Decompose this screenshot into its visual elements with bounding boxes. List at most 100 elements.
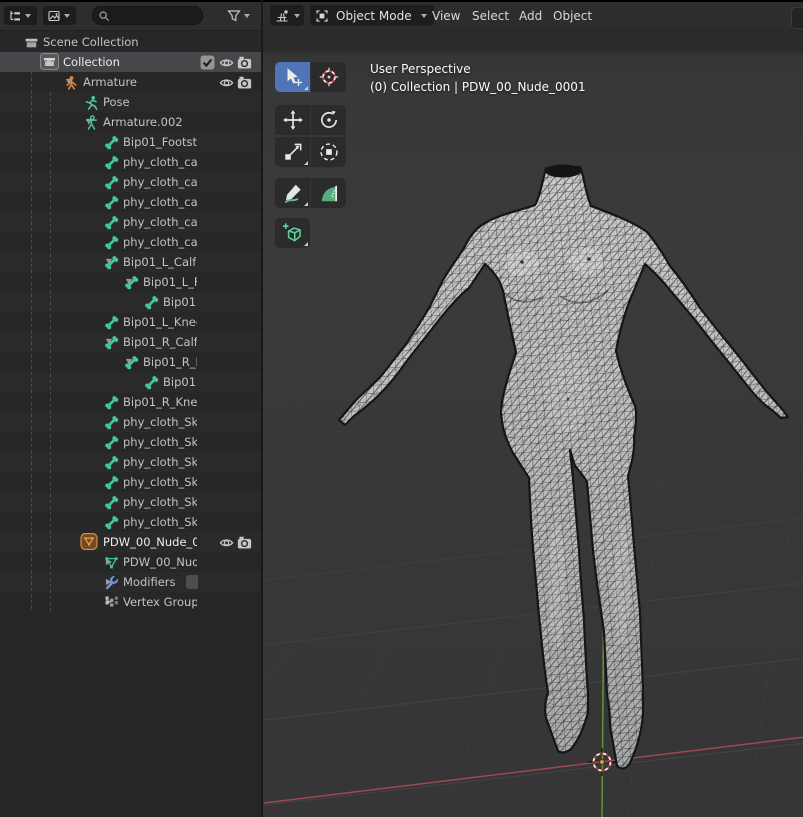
add-cube-tool[interactable] [275,218,310,248]
scale-tool[interactable] [275,137,310,167]
outliner-row-phy-cloth-ski[interactable]: phy_cloth_Ski [0,512,261,532]
outliner-row-modifiers[interactable]: ▶Modifiers [0,572,261,592]
outliner-row-phy-cloth-ski[interactable]: phy_cloth_Ski [0,412,261,432]
camera-toggle-icon[interactable] [237,75,252,90]
bone-icon [104,315,119,330]
outliner-row-scene-collection[interactable]: Scene Collection [0,32,261,52]
mesh-object-active-icon [80,533,95,548]
mode-dropdown[interactable]: Object Mode [310,5,434,26]
outliner-row-bip01-footste[interactable]: Bip01_Footste [0,132,261,152]
eye-toggle-icon[interactable] [219,535,234,550]
bone-icon [124,275,139,290]
bone-icon [104,175,119,190]
outliner-row-label: Modifiers [123,575,176,589]
menu-add[interactable]: Add [513,2,548,30]
bone-icon [104,195,119,210]
filter-image-icon [47,9,61,23]
bone-icon [104,215,119,230]
bone-icon [144,295,159,310]
menu-object[interactable]: Object [547,2,598,30]
outliner-row-label: PDW_00_Nude_00 [103,535,197,549]
select-box-tool[interactable] [275,62,310,92]
eye-toggle-icon[interactable] [219,75,234,90]
collection-active-icon [40,53,55,68]
outliner-row-armature-002[interactable]: ▼Armature.002 [0,112,261,132]
outliner-row-label: phy_cloth_cap [123,215,197,229]
menu-select[interactable]: Select [466,2,515,30]
outliner-row-label: Armature.002 [103,115,183,129]
collection-icon [24,35,39,50]
measure-tool[interactable] [311,178,346,208]
outliner-row-label: phy_cloth_Ski [123,415,197,429]
viewport-3d[interactable]: Object Mode ViewSelectAddObject User Per… [261,0,803,817]
outliner-row-phy-cloth-cap[interactable]: phy_cloth_cap [0,172,261,192]
bone-icon [144,375,159,390]
outliner-row-bip01[interactable]: Bip01 [0,292,261,312]
editor-type-dropdown[interactable] [270,5,304,26]
outliner-row-phy-cloth-ski[interactable]: phy_cloth_Ski [0,492,261,512]
outliner-row-phy-cloth-ski[interactable]: phy_cloth_Ski [0,432,261,452]
camera-toggle-icon[interactable] [237,55,252,70]
transform-tool[interactable] [311,137,346,167]
outliner-row-phy-cloth-ski[interactable]: phy_cloth_Ski [0,472,261,492]
outliner-row-pdw-00-nude-00[interactable]: ▼PDW_00_Nude_00 [0,532,261,552]
outliner-row-bip01-r-knee[interactable]: Bip01_R_Knee [0,392,261,412]
menu-view[interactable]: View [426,2,466,30]
chevron-down-icon [25,14,31,18]
bone-icon [104,435,119,450]
outliner-row-label: phy_cloth_Ski [123,435,197,449]
bone-icon [104,135,119,150]
outliner-row-pose[interactable]: Pose [0,92,261,112]
outliner-row-bip01-r-f[interactable]: ▼Bip01_R_F [0,352,261,372]
outliner-row-label: phy_cloth_cap [123,175,197,189]
viewport-options-button[interactable] [791,7,803,29]
outliner-row-label: phy_cloth_Ski [123,455,197,469]
search-input[interactable] [113,9,197,23]
filter-dropdown[interactable] [224,6,254,25]
outliner-row-phy-cloth-cap[interactable]: phy_cloth_cap [0,212,261,232]
outliner-row-collection[interactable]: ▼Collection [0,52,261,72]
outliner-row-bip01-l-calf[interactable]: ▼Bip01_L_Calf [0,252,261,272]
outliner-row-label: Scene Collection [43,35,139,49]
neck-opening [545,165,581,178]
checkbox-toggle-icon[interactable] [200,55,215,70]
outliner-row-phy-cloth-ski[interactable]: phy_cloth_Ski [0,452,261,472]
bone-icon [104,395,119,410]
cursor-tool[interactable] [311,62,346,92]
eye-toggle-icon[interactable] [219,55,234,70]
outliner-row-label: Armature [83,75,137,89]
filter-image-dropdown[interactable] [43,6,76,25]
bone-icon [104,235,119,250]
outliner-row-label: Collection [63,55,120,69]
outliner-row-armature[interactable]: ▼Armature [0,72,261,92]
bone-icon [104,335,119,350]
outliner-row-label: PDW_00_Nud [123,555,197,569]
modifier-toggle-fragment[interactable] [186,575,198,589]
outliner-tree: Scene Collection ▼Collection▼Armature Pose… [0,32,261,612]
search-field[interactable] [92,6,203,25]
outliner-header [0,2,261,31]
move-tool[interactable] [275,105,310,135]
camera-toggle-icon[interactable] [237,535,252,550]
annotate-tool[interactable] [275,178,310,208]
outliner-panel: Scene Collection ▼Collection▼Armature Pose… [0,0,261,817]
outliner-row-vertex-groups[interactable]: ▶Vertex Groups [0,592,261,612]
vertex-groups-icon [104,595,119,610]
outliner-row-phy-cloth-cap[interactable]: phy_cloth_cap [0,232,261,252]
outliner-row-bip01-l-f[interactable]: ▼Bip01_L_F [0,272,261,292]
outliner-row-label: Vertex Groups [123,595,197,609]
outliner-row-label: Bip01_L_F [143,275,197,289]
outliner-row-phy-cloth-cap[interactable]: phy_cloth_cap [0,192,261,212]
wireframe-female-mesh[interactable] [339,165,788,769]
outliner-row-label: Pose [103,95,130,109]
rotate-tool[interactable] [311,105,346,135]
outliner-row-pdw-00-nud[interactable]: ▶PDW_00_Nud [0,552,261,572]
outliner-row-bip01-l-knee[interactable]: Bip01_L_Knee [0,312,261,332]
wrench-icon [104,575,119,590]
outliner-row-label: phy_cloth_Ski [123,495,197,509]
outliner-row-phy-cloth-cap[interactable]: phy_cloth_cap [0,152,261,172]
outliner-row-bip01-r-calf[interactable]: ▼Bip01_R_Calf [0,332,261,352]
outliner-row-bip01[interactable]: Bip01 [0,372,261,392]
display-mode-dropdown[interactable] [4,6,37,25]
mesh-data-icon [104,555,119,570]
